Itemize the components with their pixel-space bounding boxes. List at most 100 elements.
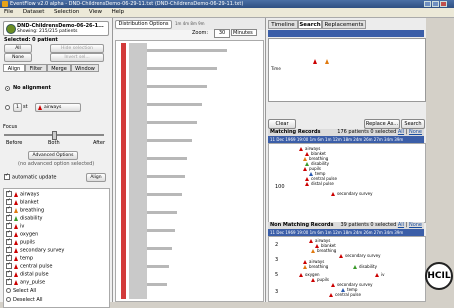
event-band[interactable]: [147, 265, 169, 268]
legend-checkbox[interactable]: [6, 206, 12, 213]
event-band[interactable]: [147, 283, 167, 286]
event-band[interactable]: [147, 121, 197, 124]
align-event-radio[interactable]: [5, 105, 10, 110]
legend-item[interactable]: pupils: [6, 238, 35, 246]
select-none-button[interactable]: None: [4, 53, 32, 62]
event-band[interactable]: [147, 85, 207, 88]
auto-update-checkbox[interactable]: [4, 173, 10, 180]
legend-checkbox[interactable]: [6, 270, 12, 277]
matching-header: Matching Records 176 patients 0 selected…: [268, 129, 424, 136]
legend-checkbox[interactable]: [6, 222, 12, 229]
matching-records[interactable]: 100 airways blanket breathing disability…: [268, 143, 426, 223]
tab-replacements[interactable]: Replacements: [322, 20, 366, 29]
clear-button[interactable]: Clear: [268, 119, 296, 129]
nonmatching-all-link[interactable]: All: [398, 222, 404, 228]
event-band[interactable]: [147, 157, 187, 160]
align-button[interactable]: Align: [86, 173, 106, 182]
legend-checkbox[interactable]: [6, 214, 12, 221]
matching-all-link[interactable]: All: [398, 129, 404, 135]
legend-item[interactable]: central pulse: [6, 262, 52, 270]
search-query-canvas[interactable]: Time: [268, 38, 426, 102]
auto-update-label: automatic update: [12, 174, 57, 181]
event-label: breathing: [309, 264, 329, 269]
airways-icon[interactable]: [313, 59, 317, 64]
minimize-button[interactable]: [424, 1, 431, 7]
menu-dataset[interactable]: Dataset: [19, 8, 49, 17]
nonmatching-none-link[interactable]: None: [409, 222, 422, 228]
event-column[interactable]: [129, 43, 147, 299]
legend-item[interactable]: iv: [6, 222, 24, 230]
maximize-button[interactable]: [432, 1, 439, 7]
search-panel: Timeline Search Replacements Time Clear …: [266, 18, 426, 302]
menu-help[interactable]: Help: [108, 8, 129, 17]
legend-item[interactable]: breathing: [6, 206, 44, 214]
tab-filter[interactable]: Filter: [25, 64, 47, 72]
legend-checkbox[interactable]: [6, 238, 12, 245]
menu-file[interactable]: File: [0, 8, 17, 17]
zoom-unit-select[interactable]: Minutes: [231, 29, 257, 36]
event-band[interactable]: [147, 175, 185, 178]
focus-slider-handle[interactable]: [52, 131, 57, 140]
replace-as-button[interactable]: Replace As...: [364, 119, 400, 129]
legend-item[interactable]: oxygen: [6, 230, 38, 238]
select-all-radio[interactable]: [6, 288, 11, 293]
advanced-options-button[interactable]: Advanced Options: [28, 151, 78, 160]
breathing-icon[interactable]: [325, 59, 329, 64]
deselect-all-row[interactable]: Deselect All: [6, 297, 43, 303]
legend-item[interactable]: blanket: [6, 198, 39, 206]
legend-checkbox[interactable]: [6, 190, 12, 197]
invert-selection-button[interactable]: Invert sel...: [50, 53, 104, 62]
event-band[interactable]: [147, 247, 172, 250]
select-all-button[interactable]: All: [4, 44, 32, 53]
nth-spinner[interactable]: 1: [13, 103, 22, 112]
align-event-select[interactable]: airways: [35, 103, 81, 112]
blanket-icon: [14, 199, 18, 205]
event-band[interactable]: [147, 229, 175, 232]
legend-label: disability: [20, 215, 43, 222]
search-timeline-bar[interactable]: [268, 30, 424, 37]
legend-item[interactable]: disability: [6, 214, 43, 222]
event-band[interactable]: [147, 67, 217, 70]
menu-selection[interactable]: Selection: [50, 8, 83, 17]
tab-align[interactable]: Align: [3, 64, 25, 72]
search-button[interactable]: Search: [401, 119, 425, 129]
legend-checkbox[interactable]: [6, 230, 12, 237]
app-icon: [2, 1, 8, 7]
legend-item[interactable]: any_pulse: [6, 278, 45, 286]
legend-item[interactable]: distal pulse: [6, 270, 49, 278]
auto-update-row[interactable]: automatic update: [4, 173, 57, 181]
legend-item[interactable]: airways: [6, 190, 39, 198]
event-band[interactable]: [147, 193, 182, 196]
distribution-options-button[interactable]: Distribution Options: [115, 20, 172, 29]
legend-checkbox[interactable]: [6, 262, 12, 269]
group-count: 100: [275, 184, 285, 190]
menu-view[interactable]: View: [85, 8, 106, 17]
deselect-all-radio[interactable]: [6, 297, 11, 302]
event-band[interactable]: [147, 211, 177, 214]
legend-item[interactable]: secondary survey: [6, 246, 64, 254]
tab-merge[interactable]: Merge: [47, 64, 71, 72]
hide-selection-button[interactable]: Hide selection: [50, 44, 104, 53]
focus-slider[interactable]: [4, 131, 104, 140]
event-band[interactable]: [147, 139, 192, 142]
select-all-row[interactable]: Select All: [6, 288, 36, 294]
event-band[interactable]: [147, 49, 227, 52]
legend-checkbox[interactable]: [6, 198, 12, 205]
tab-search[interactable]: Search: [298, 20, 322, 29]
record-event: distal pulse: [305, 181, 334, 186]
legend-checkbox[interactable]: [6, 278, 12, 285]
zoom-input[interactable]: 30: [214, 29, 230, 38]
legend-checkbox[interactable]: [6, 254, 12, 261]
matching-none-link[interactable]: None: [409, 129, 422, 135]
tab-timeline[interactable]: Timeline: [268, 20, 298, 29]
close-button[interactable]: [440, 1, 447, 7]
event-band[interactable]: [147, 103, 202, 106]
event-column-airways[interactable]: [121, 43, 126, 299]
tab-window[interactable]: Window: [71, 64, 99, 72]
no-alignment-radio[interactable]: [5, 86, 10, 91]
aggregate-visualization[interactable]: [115, 40, 264, 302]
nonmatching-records[interactable]: 2 3 5 3 airways blanket breathing second…: [268, 236, 426, 302]
legend-item[interactable]: temp: [6, 254, 33, 262]
disability-icon: [14, 215, 18, 221]
legend-checkbox[interactable]: [6, 246, 12, 253]
